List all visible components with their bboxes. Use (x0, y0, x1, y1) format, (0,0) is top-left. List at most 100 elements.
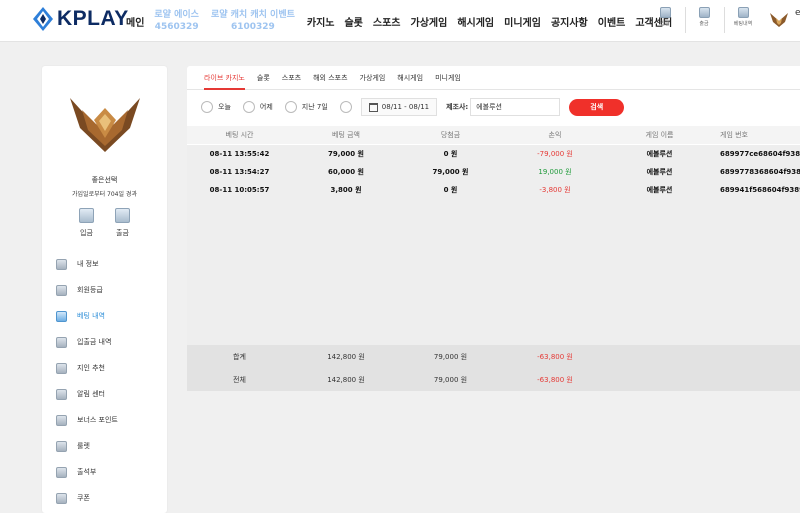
deposit-button[interactable]: 입금 (78, 208, 95, 238)
wallet-buttons: 입금 출금 (78, 208, 131, 238)
search-button[interactable]: 검색 (569, 98, 625, 116)
bet-amount: 79,000 원 (328, 150, 364, 158)
sidebar-item-referral[interactable]: 지인 추천 (56, 355, 161, 381)
table-row[interactable]: 08-11 13:55:42 79,000 원 0 원 -79,000 원 에볼… (187, 145, 800, 163)
filter-today-radio[interactable]: 오늘 (201, 101, 231, 113)
nav-slot[interactable]: 슬롯 (344, 14, 362, 29)
filter-label: 오늘 (218, 103, 231, 111)
sidebar-item-bonus-points[interactable]: 보너스 포인트 (56, 407, 161, 433)
referral-icon (56, 362, 67, 374)
subtotal-label: 합계 (233, 352, 246, 361)
win-amount: 0 원 (443, 150, 458, 158)
sidebar-item-my-info[interactable]: 내 정보 (56, 251, 161, 277)
header-user-menu[interactable]: e (795, 8, 800, 18)
filter-yesterday-radio[interactable]: 어제 (242, 101, 273, 113)
tab-virtual-game[interactable]: 가상게임 (360, 66, 386, 90)
table-footer: 합계 142,800 원 79,000 원 -63,800 원 전체 142,8… (187, 345, 800, 391)
sidebar-item-notifications[interactable]: 알림 센터 (56, 381, 161, 407)
tab-mini-game[interactable]: 미니게임 (435, 66, 461, 90)
filter-bar: 오늘 어제 지난 7일 08/11 - 08/11 제조사: 검색 (201, 97, 625, 117)
filter-last-7-days-radio[interactable]: 지난 7일 (284, 101, 328, 113)
game-number: 6899778368604f938 (720, 168, 800, 176)
radio-circle (242, 101, 255, 113)
tab-slot[interactable]: 슬롯 (257, 66, 270, 90)
bet-amount: 60,000 원 (328, 168, 364, 176)
sidebar-item-attendance[interactable]: 출석부 (56, 459, 161, 485)
col-profit-loss[interactable]: 손익 (501, 130, 609, 140)
deposit-label: 입금 (80, 229, 93, 237)
tab-sports[interactable]: 스포츠 (282, 66, 301, 90)
rank-wing-icon[interactable] (770, 12, 788, 31)
kplay-logo[interactable]: KPLAY (33, 7, 129, 31)
sidebar-item-roulette[interactable]: 룰렛 (56, 433, 161, 459)
tab-overseas-sports[interactable]: 해외 스포츠 (313, 66, 347, 90)
nav-main[interactable]: 메인 (126, 14, 144, 29)
deposit-icon (79, 208, 94, 223)
nav-virtual-game[interactable]: 가상게임 (411, 14, 448, 29)
col-game-number[interactable]: 게임 번호 (710, 130, 800, 140)
total-bet-amount: 142,800 원 (327, 375, 365, 384)
tab-live-casino[interactable]: 라이브 카지노 (204, 66, 245, 90)
sidebar-item-coupon[interactable]: 쿠폰 (56, 485, 161, 511)
date-range-value: 08/11 - 08/11 (381, 103, 430, 111)
nav-promo-event[interactable]: 로얄 캐치 캐치 이벤트 6100329 (211, 9, 295, 33)
promo-code: 6100329 (230, 22, 275, 32)
nav-casino[interactable]: 카지노 (307, 14, 335, 29)
header-betting-history-button[interactable]: 베팅내역 (728, 7, 758, 27)
filter-custom-range-radio[interactable] (339, 101, 357, 113)
promo-title: 로얄 에이스 (154, 10, 199, 20)
nav-hash-game[interactable]: 해시게임 (457, 14, 494, 29)
total-profit-loss: -63,800 원 (537, 375, 573, 384)
nav-event[interactable]: 이벤트 (598, 14, 626, 29)
withdraw-icon (115, 208, 130, 223)
col-win-amount[interactable]: 당첨금 (400, 130, 501, 140)
withdraw-button[interactable]: 출금 (114, 208, 131, 238)
date-range-picker[interactable]: 08/11 - 08/11 (360, 98, 438, 116)
col-bet-amount[interactable]: 베팅 금액 (292, 130, 400, 140)
col-game-name[interactable]: 게임 이름 (609, 130, 710, 140)
subtotal-profit-loss: -63,800 원 (537, 352, 573, 361)
logo-mark-icon (33, 7, 53, 31)
sidebar-item-label: 룰렛 (77, 442, 90, 450)
header-deposit-button[interactable]: 입금 (650, 7, 680, 27)
game-name: 에볼루션 (646, 150, 673, 158)
game-number: 689941f568604f9389 (720, 186, 800, 194)
bet-time: 08-11 13:55:42 (209, 150, 270, 158)
wallet-icon (56, 336, 67, 348)
sidebar-item-label: 쿠폰 (77, 494, 90, 502)
header-withdraw-button[interactable]: 출금 (689, 7, 719, 27)
profit-loss: -79,000 원 (537, 150, 573, 158)
table-row[interactable]: 08-11 13:54:27 60,000 원 79,000 원 19,000 … (187, 163, 800, 181)
user-nickname: 좋은선택 (91, 176, 118, 184)
tab-hash-game[interactable]: 해시게임 (397, 66, 423, 90)
bell-icon (56, 388, 67, 400)
filter-label: 지난 7일 (301, 103, 328, 111)
coupon-icon (56, 492, 67, 504)
col-bet-time[interactable]: 베팅 시간 (187, 130, 292, 140)
radio-circle (339, 101, 352, 113)
sidebar-menu: 내 정보 회원등급 베팅 내역 입출금 내역 지인 추천 알림 센터 보너스 포… (56, 251, 161, 511)
nav-mini-game[interactable]: 미니게임 (504, 14, 541, 29)
sidebar-item-label: 출석부 (77, 468, 97, 476)
sidebar-item-transactions[interactable]: 입출금 내역 (56, 329, 161, 355)
nav-sports[interactable]: 스포츠 (373, 14, 401, 29)
divider (724, 7, 725, 33)
sidebar-item-membership-level[interactable]: 회원등급 (56, 277, 161, 303)
nav-promo-royal-ace[interactable]: 로얄 에이스 4560329 (154, 9, 199, 33)
provider-label: 제조사: (446, 103, 469, 111)
header-quick-icons: 입금 출금 베팅내역 (650, 7, 760, 33)
sidebar-item-label: 알림 센터 (77, 390, 105, 398)
table-row[interactable]: 08-11 10:05:57 3,800 원 0 원 -3,800 원 에볼루션… (187, 181, 800, 199)
sidebar-item-label: 보너스 포인트 (77, 416, 118, 424)
logo-text: KPLAY (57, 7, 129, 30)
calendar-icon (368, 102, 378, 112)
sidebar-item-label: 회원등급 (77, 286, 103, 294)
sidebar-item-betting-history[interactable]: 베팅 내역 (56, 303, 161, 329)
header-betting-history-label: 베팅내역 (733, 21, 753, 27)
nav-notice[interactable]: 공지사항 (551, 14, 588, 29)
calendar-icon (56, 466, 67, 478)
profit-loss: 19,000 원 (538, 168, 572, 176)
divider (685, 7, 686, 33)
provider-input[interactable] (470, 98, 561, 116)
subtotal-bet-amount: 142,800 원 (327, 352, 365, 361)
